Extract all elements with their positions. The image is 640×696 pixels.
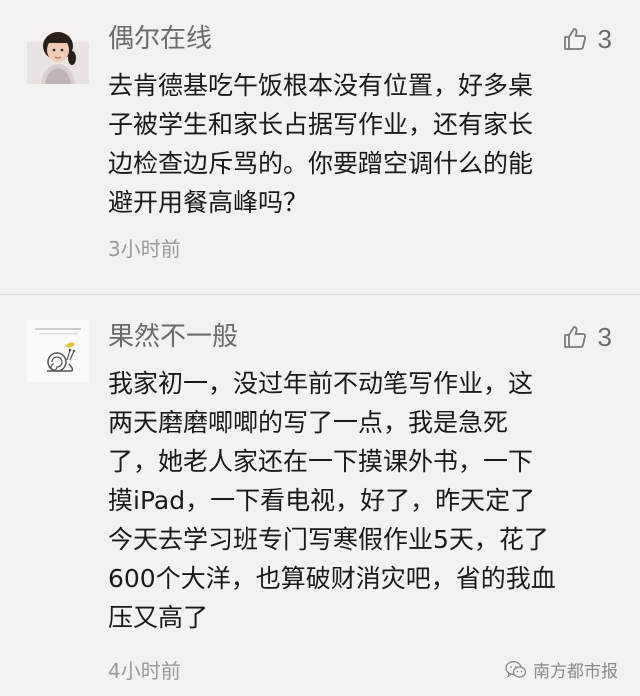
comment-line: 600个大洋，也算破财消灾吧，省的我血 — [108, 564, 556, 593]
comment-line: 边检查边斥骂的。你要蹭空调什么的能 — [108, 149, 534, 178]
comment-line: 避开用餐高峰吗？ — [108, 188, 309, 217]
username[interactable]: 偶尔在线 — [108, 23, 212, 55]
comment-line: 今天去学习班专门写寒假作业5天，花了 — [108, 525, 549, 554]
comment-line: 压又高了 — [108, 603, 209, 632]
username[interactable]: 果然不一般 — [108, 321, 238, 353]
like-button[interactable]: 3 — [562, 23, 612, 55]
timestamp: 3小时前 — [108, 237, 181, 261]
comment-line: 两天磨磨唧唧的写了一点，我是急死 — [108, 408, 509, 437]
like-button[interactable]: 3 — [562, 321, 612, 353]
avatar[interactable] — [27, 320, 89, 382]
comment-text: 去肯德基吃午饭根本没有位置，好多桌 子被学生和家长占据写作业，还有家长 边检查边… — [108, 66, 618, 222]
comment-line: 去肯德基吃午饭根本没有位置，好多桌 — [108, 71, 534, 100]
like-count: 3 — [597, 321, 612, 352]
wechat-icon — [505, 660, 527, 680]
watermark-text: 南方都市报 — [533, 662, 618, 682]
comment-line: 我家初一，没过年前不动笔写作业，这 — [108, 369, 534, 398]
avatar[interactable] — [27, 22, 89, 84]
watermark: 南方都市报 — [505, 657, 618, 682]
thumbs-up-icon — [562, 26, 588, 52]
divider — [0, 294, 640, 295]
comment-line: 子被学生和家长占据写作业，还有家长 — [108, 110, 534, 139]
thumbs-up-icon — [562, 324, 588, 350]
like-count: 3 — [597, 23, 612, 54]
timestamp: 4小时前 — [108, 659, 181, 683]
comment-text: 我家初一，没过年前不动笔写作业，这 两天磨磨唧唧的写了一点，我是急死 了，她老人… — [108, 364, 618, 637]
comment-item: 偶尔在线 3 去肯德基吃午饭根本没有位置，好多桌 子被学生和家长占据写作业，还有… — [0, 0, 640, 300]
comment-item: 果然不一般 3 我家初一，没过年前不动笔写作业，这 两天磨磨唧唧的写了一点，我是… — [0, 300, 640, 696]
comment-line: 摸iPad，一下看电视，好了，昨天定了 — [108, 486, 536, 515]
comment-line: 了，她老人家还在一下摸课外书，一下 — [108, 447, 534, 476]
